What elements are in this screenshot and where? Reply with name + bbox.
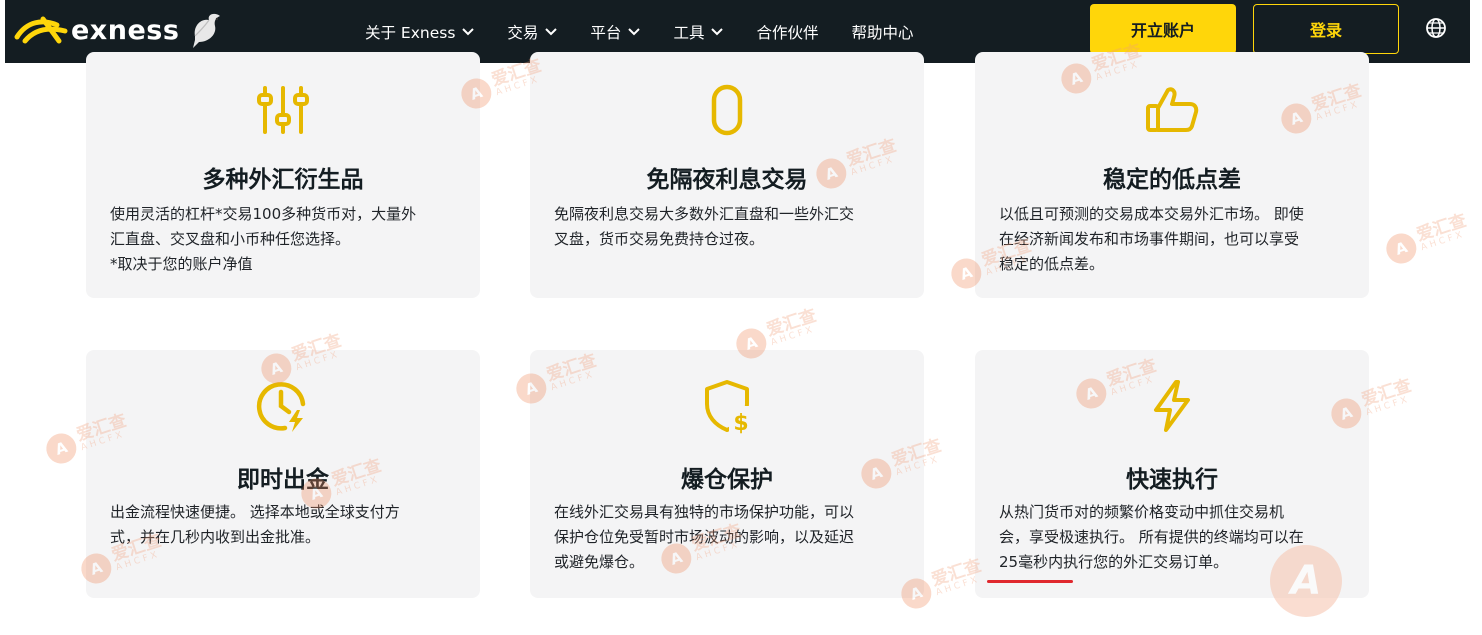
watermark-logo-icon: A	[42, 429, 81, 468]
shield-dollar-icon: $	[705, 380, 753, 434]
card-description: 以低且可预测的交易成本交易外汇市场。 即使 在经济新闻发布和市场事件期间，也可以…	[999, 205, 1304, 273]
watermark: A 爱汇查 AHCFX	[1382, 211, 1472, 268]
clock-lightning-icon	[256, 382, 306, 432]
nav-platforms[interactable]: 平台	[590, 21, 641, 43]
card-title: 免隔夜利息交易	[646, 167, 808, 193]
card-title: 稳定的低点差	[1103, 167, 1241, 193]
card-title: 爆仓保护	[681, 467, 773, 493]
thumbs-up-icon	[1146, 87, 1199, 132]
nav-partners[interactable]: 合作伙伴	[756, 21, 818, 43]
card-description: 使用灵活的杠杆*交易100多种货币对，大量外 汇直盘、交叉盘和小币种任您选择。 …	[110, 205, 417, 273]
globe-icon[interactable]	[1425, 17, 1447, 39]
chevron-down-icon	[711, 27, 724, 35]
sliders-icon	[257, 86, 309, 134]
dove-icon	[193, 13, 221, 48]
brand-name: exness	[71, 14, 180, 46]
nav-about[interactable]: 关于 Exness	[365, 21, 475, 43]
watermark-large-logo-icon: A	[1270, 545, 1342, 617]
exness-logo[interactable]: exness	[13, 8, 225, 52]
red-underline-annotation	[987, 580, 1073, 583]
nav-help-center[interactable]: 帮助中心	[851, 21, 913, 43]
nav-trading[interactable]: 交易	[507, 21, 558, 43]
card-title: 多种外汇衍生品	[202, 167, 364, 193]
login-button[interactable]: 登录	[1253, 4, 1399, 54]
lightning-icon	[1154, 380, 1190, 432]
card-description: 出金流程快速便捷。 选择本地或全球支付方 式，并在几秒内收到出金批准。	[110, 503, 400, 546]
exness-logo-mark-icon	[14, 16, 68, 44]
card-description: 免隔夜利息交易大多数外汇直盘和一些外汇交 叉盘，货币交易免费持仓过夜。	[554, 205, 855, 248]
feature-card-negative-balance-protection: $ 爆仓保护 在线外汇交易具有独特的市场保护功能，可以 保护仓位免受暂时市场波动…	[530, 350, 924, 598]
chevron-down-icon	[545, 27, 558, 35]
card-title: 快速执行	[1126, 467, 1218, 493]
card-title: 即时出金	[237, 467, 329, 493]
feature-card-low-spreads: 稳定的低点差 以低且可预测的交易成本交易外汇市场。 即使 在经济新闻发布和市场事…	[975, 52, 1369, 298]
chevron-down-icon	[462, 27, 475, 35]
open-account-button[interactable]: 开立账户	[1090, 4, 1236, 54]
card-description: 在线外汇交易具有独特的市场保护功能，可以 保护仓位免受暂时市场波动的影响，以及延…	[554, 503, 855, 571]
svg-text:$: $	[733, 411, 748, 434]
feature-card-instant-withdrawal: 即时出金 出金流程快速便捷。 选择本地或全球支付方 式，并在几秒内收到出金批准。	[86, 350, 480, 598]
feature-card-forex-derivatives: 多种外汇衍生品 使用灵活的杠杆*交易100多种货币对，大量外 汇直盘、交叉盘和小…	[86, 52, 480, 298]
chevron-down-icon	[628, 27, 641, 35]
feature-card-swap-free: 免隔夜利息交易 免隔夜利息交易大多数外汇直盘和一些外汇交 叉盘，货币交易免费持仓…	[530, 52, 924, 298]
zero-icon	[711, 84, 743, 136]
nav-tools[interactable]: 工具	[673, 21, 724, 43]
watermark-logo-icon: A	[1382, 229, 1421, 268]
